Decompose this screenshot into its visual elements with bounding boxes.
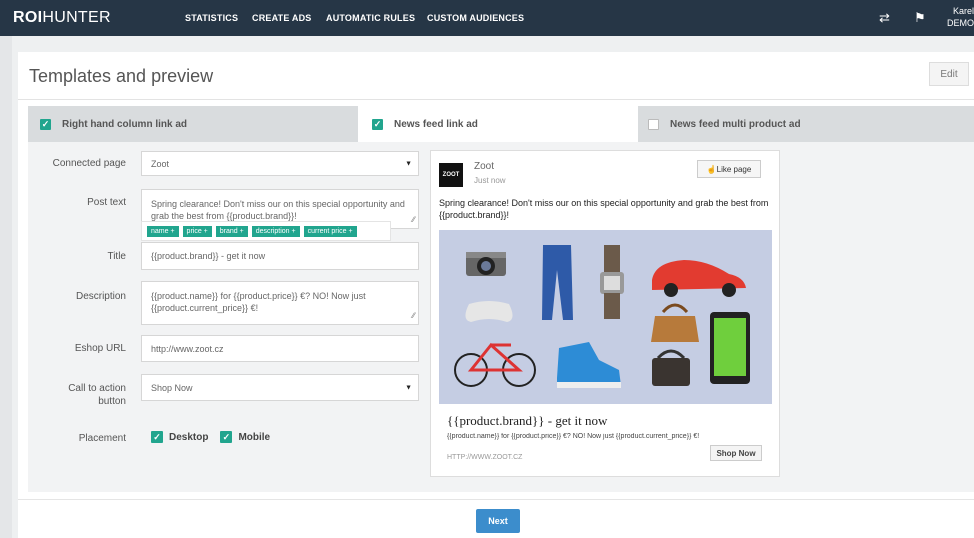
preview-page-name: Zoot bbox=[474, 161, 495, 172]
textarea-value: {{product.name}} for {{product.price}} €… bbox=[151, 291, 366, 313]
nav-statistics[interactable]: STATISTICS bbox=[185, 13, 238, 23]
ad-preview: ZOOT Zoot Just now ☝Like page Spring cle… bbox=[430, 150, 780, 477]
tag-description[interactable]: description + bbox=[251, 225, 300, 237]
preview-post-text: Spring clearance! Don't miss our on this… bbox=[439, 198, 769, 220]
card-header: Templates and preview Edit bbox=[18, 52, 974, 100]
connected-page-select[interactable]: Zoot ▼ bbox=[141, 151, 419, 176]
nav-automatic-rules[interactable]: AUTOMATIC RULES bbox=[326, 13, 415, 23]
checkbox-checked-icon[interactable]: ✓ bbox=[40, 118, 51, 130]
tab-news-feed-multi-product[interactable]: News feed multi product ad bbox=[638, 106, 974, 142]
tab-right-hand-column[interactable]: ✓ Right hand column link ad bbox=[28, 106, 358, 142]
tag-brand[interactable]: brand + bbox=[215, 225, 248, 237]
label-description: Description bbox=[75, 291, 126, 302]
resize-handle-icon[interactable]: ∕∕ bbox=[412, 310, 415, 322]
next-button[interactable]: Next bbox=[476, 509, 520, 533]
desktop-label[interactable]: Desktop bbox=[169, 432, 208, 443]
preview-description: {{product.name}} for {{product.price}} €… bbox=[447, 433, 700, 440]
input-value: http://www.zoot.cz bbox=[151, 343, 224, 354]
user-account: DEMO bbox=[947, 18, 974, 28]
top-navbar: ROIHUNTER STATISTICS CREATE ADS AUTOMATI… bbox=[0, 0, 974, 36]
product-collage-image bbox=[439, 230, 772, 404]
user-menu[interactable]: Karel DEMO bbox=[947, 5, 974, 29]
tag-price[interactable]: price + bbox=[182, 225, 212, 237]
label-line: Call to action bbox=[68, 383, 126, 394]
caret-down-icon: ▼ bbox=[405, 384, 412, 391]
preview-time: Just now bbox=[474, 176, 506, 185]
eshop-url-input[interactable]: http://www.zoot.cz bbox=[141, 335, 419, 362]
title-input[interactable]: {{product.brand}} - get it now bbox=[141, 242, 419, 270]
placement-options: ✓ Desktop ✓ Mobile bbox=[151, 431, 270, 443]
roihunter-logo[interactable]: ROIHUNTER bbox=[13, 9, 111, 27]
desktop-checkbox-icon[interactable]: ✓ bbox=[151, 431, 163, 443]
nav-create-ads[interactable]: CREATE ADS bbox=[252, 13, 312, 23]
label-call-to-action: Call to action button bbox=[26, 382, 126, 408]
preview-title: {{product.brand}} - get it now bbox=[447, 413, 608, 428]
like-page-button[interactable]: ☝Like page bbox=[697, 160, 761, 178]
select-value: Shop Now bbox=[151, 382, 193, 393]
edit-button[interactable]: Edit bbox=[929, 62, 969, 86]
label-post-text: Post text bbox=[87, 197, 126, 208]
resize-handle-icon[interactable]: ∕∕ bbox=[412, 214, 415, 226]
preview-url: HTTP://WWW.ZOOT.CZ bbox=[447, 454, 523, 461]
tab-label: News feed link ad bbox=[394, 118, 478, 130]
caret-down-icon: ▼ bbox=[405, 160, 412, 167]
checkbox-unchecked-icon[interactable] bbox=[648, 118, 659, 130]
zoot-logo: ZOOT bbox=[439, 163, 463, 187]
tab-news-feed-link[interactable]: ✓ News feed link ad bbox=[358, 106, 638, 142]
label-connected-page: Connected page bbox=[52, 158, 126, 169]
page-title: Templates and preview bbox=[29, 66, 214, 86]
left-gutter bbox=[0, 36, 12, 538]
label-line: button bbox=[98, 396, 126, 407]
shuffle-icon[interactable]: ⇄ bbox=[879, 10, 890, 26]
shop-now-button[interactable]: Shop Now bbox=[710, 445, 762, 461]
tag-current-price[interactable]: current price + bbox=[303, 225, 357, 237]
product-collage-illustration bbox=[454, 245, 750, 388]
description-textarea[interactable]: {{product.name}} for {{product.price}} €… bbox=[141, 281, 419, 325]
mobile-label[interactable]: Mobile bbox=[238, 432, 270, 443]
footer-divider bbox=[18, 499, 974, 500]
user-name: Karel bbox=[952, 6, 974, 16]
textarea-value: Spring clearance! Don't miss our on this… bbox=[151, 199, 405, 221]
label-eshop-url: Eshop URL bbox=[74, 343, 126, 354]
nav-custom-audiences[interactable]: CUSTOM AUDIENCES bbox=[427, 13, 524, 23]
ad-type-tabs: ✓ Right hand column link ad ✓ News feed … bbox=[28, 106, 974, 142]
input-value: {{product.brand}} - get it now bbox=[151, 251, 266, 261]
label-title: Title bbox=[107, 251, 126, 262]
placeholder-tags: name + price + brand + description + cur… bbox=[141, 221, 391, 241]
call-to-action-select[interactable]: Shop Now ▼ bbox=[141, 374, 419, 401]
label-placement: Placement bbox=[78, 433, 126, 444]
checkbox-checked-icon[interactable]: ✓ bbox=[372, 118, 383, 130]
flag-icon[interactable]: ⚑ bbox=[914, 10, 926, 26]
mobile-checkbox-icon[interactable]: ✓ bbox=[220, 431, 233, 443]
tab-label: News feed multi product ad bbox=[670, 118, 801, 130]
tag-name[interactable]: name + bbox=[147, 225, 179, 237]
tab-label: Right hand column link ad bbox=[62, 118, 187, 130]
select-value: Zoot bbox=[151, 158, 170, 169]
